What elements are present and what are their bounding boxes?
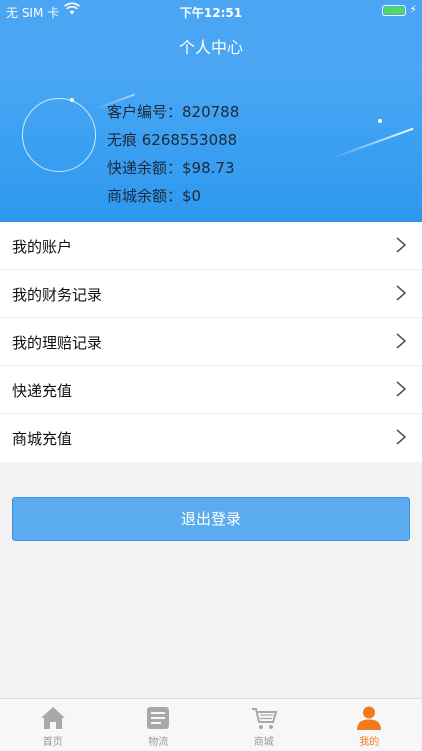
menu-item-my-account[interactable]: 我的账户 (0, 222, 422, 270)
tab-logistics[interactable]: 物流 (106, 699, 212, 751)
express-balance: 快递余额：$98.73 (107, 157, 239, 185)
page-title: 个人中心 (0, 34, 422, 58)
tab-mall[interactable]: 商城 (211, 699, 317, 751)
menu-item-mall-recharge[interactable]: 商城充值 (0, 414, 422, 462)
star-decoration (378, 119, 382, 123)
logout-button[interactable]: 退出登录 (12, 497, 410, 541)
tab-mine[interactable]: 我的 (317, 699, 422, 751)
chevron-right-icon (394, 235, 408, 255)
chevron-right-icon (394, 379, 408, 399)
status-bar: 无 SIM 卡 下午12:51 ⚡ (0, 0, 422, 22)
menu-item-label: 我的账户 (12, 236, 72, 257)
menu-item-finance-records[interactable]: 我的财务记录 (0, 270, 422, 318)
chevron-right-icon (394, 283, 408, 303)
menu-item-label: 我的财务记录 (12, 284, 102, 305)
user-name-phone: 无痕 6268553088 (107, 129, 239, 157)
tab-label: 首页 (0, 733, 106, 748)
menu-item-label: 我的理赔记录 (12, 332, 102, 353)
menu-item-express-recharge[interactable]: 快递充值 (0, 366, 422, 414)
home-icon (40, 705, 66, 731)
tab-home[interactable]: 首页 (0, 699, 106, 751)
cart-icon (251, 705, 277, 731)
customer-number: 客户编号：820788 (107, 101, 239, 129)
tab-label: 我的 (317, 733, 422, 748)
profile-info: 客户编号：820788 无痕 6268553088 快递余额：$98.73 商城… (107, 101, 239, 213)
logistics-icon (145, 705, 171, 731)
tab-bar: 首页 物流 商城 我的 (0, 698, 422, 750)
meteor-decoration (328, 128, 413, 161)
mall-balance: 商城余额：$0 (107, 185, 239, 213)
menu-item-claim-records[interactable]: 我的理赔记录 (0, 318, 422, 366)
tab-label: 物流 (106, 733, 212, 748)
chevron-right-icon (394, 331, 408, 351)
avatar-ring-dot (70, 98, 74, 102)
menu-list: 我的账户 我的财务记录 我的理赔记录 快递充值 商城充值 (0, 222, 422, 462)
tab-label: 商城 (211, 733, 317, 748)
menu-item-label: 商城充值 (12, 428, 72, 449)
menu-item-label: 快递充值 (12, 380, 72, 401)
profile-header: 客户编号：820788 无痕 6268553088 快递余额：$98.73 商城… (0, 65, 422, 222)
charging-icon: ⚡ (409, 3, 417, 16)
person-icon (356, 705, 382, 731)
chevron-right-icon (394, 427, 408, 447)
battery-icon (382, 5, 406, 16)
clock: 下午12:51 (0, 4, 422, 21)
avatar[interactable] (22, 98, 96, 172)
